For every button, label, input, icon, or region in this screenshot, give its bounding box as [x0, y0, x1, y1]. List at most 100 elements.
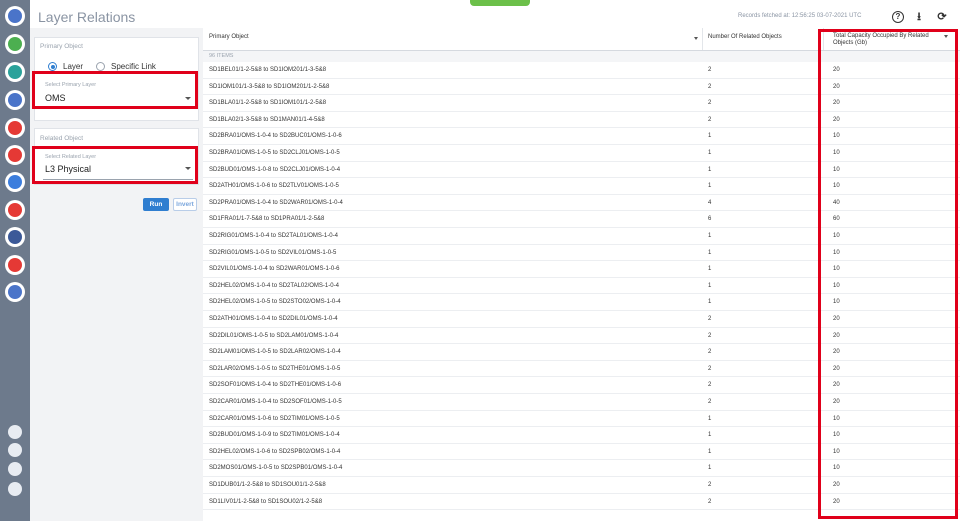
total-capacity-cell: 10	[833, 465, 840, 472]
chevron-down-icon	[185, 97, 191, 100]
total-capacity-cell: 40	[833, 199, 840, 206]
table-row[interactable]: SD2RIG01/OMS-1-0-4 to SD2TAL01/OMS-1-0-4…	[203, 228, 960, 245]
table-row[interactable]: SD1BLA02/1-3-5&8 to SD1MAN01/1-4-5&8 2 20	[203, 112, 960, 129]
total-capacity-cell: 10	[833, 233, 840, 239]
download-icon[interactable]: ⭳	[913, 11, 925, 23]
column-separator	[823, 28, 824, 50]
table-row[interactable]: SD2PRA01/OMS-1-0-4 to SD2WAR01/OMS-1-0-4…	[203, 195, 960, 212]
help-icon[interactable]: ?	[892, 11, 904, 23]
relations-table: Primary Object Number Of Related Objects…	[203, 28, 960, 521]
related-count-cell: 1	[708, 166, 712, 173]
blue-wave-icon-glyph	[8, 175, 22, 189]
related-count-cell: 6	[708, 216, 712, 223]
total-capacity-cell: 20	[833, 482, 840, 488]
related-count-cell: 4	[708, 199, 712, 206]
gear-icon[interactable]	[8, 443, 22, 457]
table-row[interactable]: SD2LAR02/OMS-1-0-5 to SD2THE01/OMS-1-0-5…	[203, 361, 960, 378]
total-capacity-cell: 20	[833, 83, 840, 90]
filter-panel: Primary Object Layer Specific Link Selec…	[30, 28, 203, 521]
smq-icon-glyph	[8, 230, 22, 244]
total-capacity-cell: 20	[833, 100, 840, 107]
refresh-icon[interactable]: ⟳	[936, 11, 948, 23]
related-count-cell: 2	[708, 316, 712, 322]
network-globe-icon[interactable]	[5, 6, 25, 26]
blue-globe-icon[interactable]	[5, 90, 25, 110]
primary-layer-select[interactable]: Select Primary Layer OMS	[43, 81, 193, 108]
table-row[interactable]: SD2HEL02/OMS-1-0-5 to SD2STO02/OMS-1-0-4…	[203, 294, 960, 311]
red-map-icon[interactable]	[5, 200, 25, 220]
header-related-count[interactable]: Number Of Related Objects	[708, 28, 782, 50]
primary-object-cell: SD2ATH01/OMS-1-0-4 to SD2DIL01/OMS-1-0-4	[209, 316, 338, 322]
total-capacity-cell: 60	[833, 216, 840, 223]
related-layer-select-value: L3 Physical	[45, 164, 92, 174]
related-count-cell: 2	[708, 365, 712, 372]
specific-link-radio[interactable]	[96, 62, 105, 71]
table-row[interactable]: SD2RIG01/OMS-1-0-5 to SD2VIL01/OMS-1-0-5…	[203, 245, 960, 262]
layer-radio-label: Layer	[63, 62, 84, 71]
header-total-capacity[interactable]: Total Capacity Occupied By Related Objec…	[833, 28, 943, 50]
table-row[interactable]: SD2BUD01/OMS-1-0-8 to SD2CLJ01/OMS-1-0-4…	[203, 162, 960, 179]
red-layers-icon[interactable]	[5, 118, 25, 138]
blue-globe-icon-glyph	[8, 93, 22, 107]
table-row[interactable]: SD2SOF01/OMS-1-0-4 to SD2THE01/OMS-1-0-6…	[203, 377, 960, 394]
table-row[interactable]: SD1DUB01/1-2-5&8 to SD1SOU01/1-2-5&8 2 20	[203, 477, 960, 494]
table-row[interactable]: SD2BUD01/OMS-1-0-9 to SD2TIM01/OMS-1-0-4…	[203, 427, 960, 444]
top-status-strip	[470, 0, 530, 6]
total-capacity-cell: 10	[833, 249, 840, 256]
red-graph-icon-glyph	[8, 148, 22, 162]
green-app-icon[interactable]	[5, 34, 25, 54]
primary-object-cell: SD2BUD01/OMS-1-0-9 to SD2TIM01/OMS-1-0-4	[209, 432, 340, 439]
table-row[interactable]: SD2CAR01/OMS-1-0-4 to SD2SOF01/OMS-1-0-5…	[203, 394, 960, 411]
table-row[interactable]: SD2CAR01/OMS-1-0-6 to SD2TIM01/OMS-1-0-5…	[203, 411, 960, 428]
primary-object-card: Primary Object Layer Specific Link Selec…	[34, 37, 199, 121]
theme-icon[interactable]	[8, 482, 22, 496]
table-row[interactable]: SD1IOM101/1-3-5&8 to SD1IOM201/1-2-5&8 2 2…	[203, 79, 960, 96]
red-search-icon[interactable]	[5, 255, 25, 275]
header-primary-object[interactable]: Primary Object	[209, 28, 249, 50]
table-row[interactable]: SD1BEL01/1-2-5&8 to SD1IOM201/1-3-5&8 2 20	[203, 62, 960, 79]
total-capacity-cell: 10	[833, 266, 840, 273]
table-row[interactable]: SD2BRA01/OMS-1-0-5 to SD2CLJ01/OMS-1-0-5…	[203, 145, 960, 162]
table-row[interactable]: SD2HEL02/OMS-1-0-6 to SD2SPB02/OMS-1-0-4…	[203, 444, 960, 461]
info-icon[interactable]	[8, 425, 22, 439]
related-count-cell: 2	[708, 399, 712, 405]
related-count-cell: 2	[708, 349, 712, 356]
table-row[interactable]: SD2BRA01/OMS-1-0-4 to SD2BUC01/OMS-1-0-6…	[203, 128, 960, 145]
related-count-cell: 1	[708, 183, 712, 190]
total-capacity-cell: 20	[833, 332, 840, 339]
related-count-cell: 1	[708, 465, 712, 472]
layers-icon[interactable]	[5, 282, 25, 302]
table-row[interactable]: SD2HEL02/OMS-1-0-4 to SD2TAL02/OMS-1-0-4…	[203, 278, 960, 295]
page-title: Layer Relations	[38, 9, 136, 25]
smq-icon[interactable]	[5, 227, 25, 247]
green-app-icon-glyph	[8, 37, 22, 51]
sort-primary-icon[interactable]	[694, 37, 698, 40]
primary-object-cell: SD2PRA01/OMS-1-0-4 to SD2WAR01/OMS-1-0-4	[209, 199, 343, 206]
related-object-title: Related Object	[40, 135, 83, 142]
table-row[interactable]: SD2DIL01/OMS-1-0-5 to SD2LAM01/OMS-1-0-4…	[203, 328, 960, 345]
related-count-cell: 1	[708, 133, 712, 140]
table-row[interactable]: SD1BLA01/1-2-5&8 to SD1IOM101/1-2-5&8 2 20	[203, 95, 960, 112]
primary-object-cell: SD1IOM101/1-3-5&8 to SD1IOM201/1-2-5&8	[209, 83, 330, 90]
red-graph-icon[interactable]	[5, 145, 25, 165]
table-row[interactable]: SD2LAM01/OMS-1-0-5 to SD2LAR02/OMS-1-0-4…	[203, 344, 960, 361]
total-capacity-cell: 20	[833, 349, 840, 356]
invert-button[interactable]: Invert	[173, 198, 197, 211]
related-count-cell: 2	[708, 482, 712, 488]
table-row[interactable]: SD2MOS01/OMS-1-0-5 to SD2SPB01/OMS-1-0-4…	[203, 460, 960, 477]
table-row[interactable]: SD2ATH01/OMS-1-0-6 to SD2TLV01/OMS-1-0-5…	[203, 178, 960, 195]
table-row[interactable]: SD2ATH01/OMS-1-0-4 to SD2DIL01/OMS-1-0-4…	[203, 311, 960, 328]
blue-wave-icon[interactable]	[5, 172, 25, 192]
primary-object-cell: SD2RIG01/OMS-1-0-4 to SD2TAL01/OMS-1-0-4	[209, 233, 338, 239]
related-count-cell: 1	[708, 415, 712, 422]
table-row[interactable]: SD1LIV01/1-2-5&8 to SD1SOU02/1-2-5&8 2 20	[203, 494, 960, 511]
sort-capacity-icon[interactable]	[944, 35, 948, 38]
primary-object-cell: SD2BUD01/OMS-1-0-8 to SD2CLJ01/OMS-1-0-4	[209, 166, 341, 173]
teal-app-icon[interactable]	[5, 62, 25, 82]
table-row[interactable]: SD1FRA01/1-7-5&8 to SD1PRA01/1-2-5&8 6 60	[203, 211, 960, 228]
user-icon[interactable]	[8, 462, 22, 476]
table-row[interactable]: SD2VIL01/OMS-1-0-4 to SD2WAR01/OMS-1-0-6…	[203, 261, 960, 278]
layer-radio[interactable]	[48, 62, 57, 71]
run-button[interactable]: Run	[143, 198, 169, 211]
related-layer-select[interactable]: Select Related Layer L3 Physical	[43, 153, 193, 180]
